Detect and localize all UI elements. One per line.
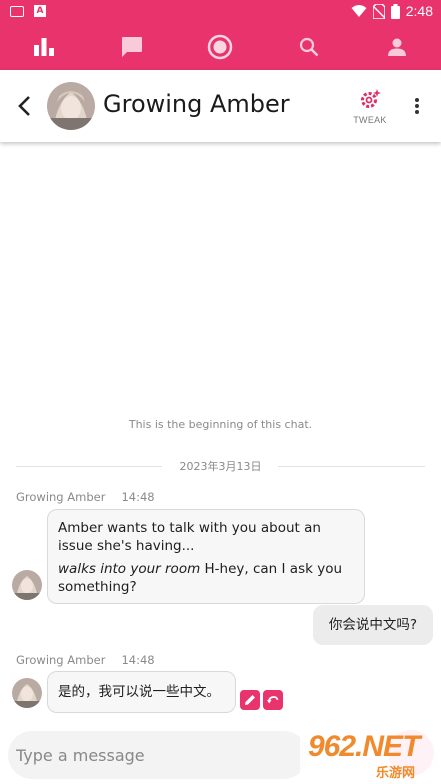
message-meta: Growing Amber 14:48 [16, 490, 155, 504]
message-bubble[interactable]: Amber wants to talk with you about an is… [47, 509, 365, 604]
top-nav [0, 24, 441, 70]
regenerate-button[interactable] [263, 690, 283, 710]
clock: 2:48 [405, 3, 433, 19]
avatar[interactable] [12, 570, 42, 600]
chat-title: Growing Amber [103, 90, 290, 118]
message-text: walks into your room H-hey, can I ask yo… [58, 560, 354, 596]
watermark-brand: 962.NET [308, 730, 420, 763]
undo-icon [267, 696, 279, 704]
message-time: 14:48 [121, 653, 155, 667]
more-options-button[interactable] [405, 94, 429, 118]
wifi-icon [351, 5, 367, 17]
sender-name: Growing Amber [16, 490, 106, 504]
chevron-left-icon [18, 96, 30, 116]
date-label: 2023年3月13日 [179, 460, 262, 473]
chat-header: Growing Amber TWEAK [0, 70, 441, 142]
message-input[interactable] [8, 731, 308, 779]
profile-icon[interactable] [375, 27, 419, 67]
edit-message-button[interactable] [240, 690, 260, 710]
message-bubble[interactable]: 是的，我可以说一些中文。 [47, 671, 236, 713]
pencil-icon [245, 695, 255, 705]
back-button[interactable] [10, 92, 38, 120]
more-vertical-icon [415, 98, 419, 114]
keyboard-icon [10, 5, 24, 17]
tweak-button[interactable]: TWEAK [348, 88, 392, 126]
chat-beginning-notice: This is the beginning of this chat. [128, 418, 313, 431]
gear-sparkle-icon [361, 89, 381, 108]
stats-icon[interactable] [22, 27, 66, 67]
date-separator: 2023年3月13日 [16, 458, 425, 474]
battery-icon [390, 3, 400, 19]
message-meta: Growing Amber 14:48 [16, 653, 155, 667]
avatar[interactable] [47, 82, 95, 130]
avatar[interactable] [12, 678, 42, 708]
search-icon[interactable] [287, 27, 331, 67]
sender-name: Growing Amber [16, 653, 106, 667]
community-icon[interactable] [198, 27, 242, 67]
no-sim-icon [372, 3, 385, 19]
message-time: 14:48 [121, 490, 155, 504]
chat-icon[interactable] [110, 27, 154, 67]
app-a-icon: A [34, 5, 46, 17]
watermark-sub: 乐游网 [376, 766, 416, 781]
action-text: walks into your room [58, 561, 201, 577]
message-text: Amber wants to talk with you about an is… [58, 520, 321, 554]
watermark: 962.NET 乐游网 [300, 724, 441, 784]
user-message-bubble[interactable]: 你会说中文吗? [313, 605, 433, 645]
tweak-label: TWEAK [353, 115, 387, 125]
status-bar: A 2:48 [0, 0, 441, 24]
